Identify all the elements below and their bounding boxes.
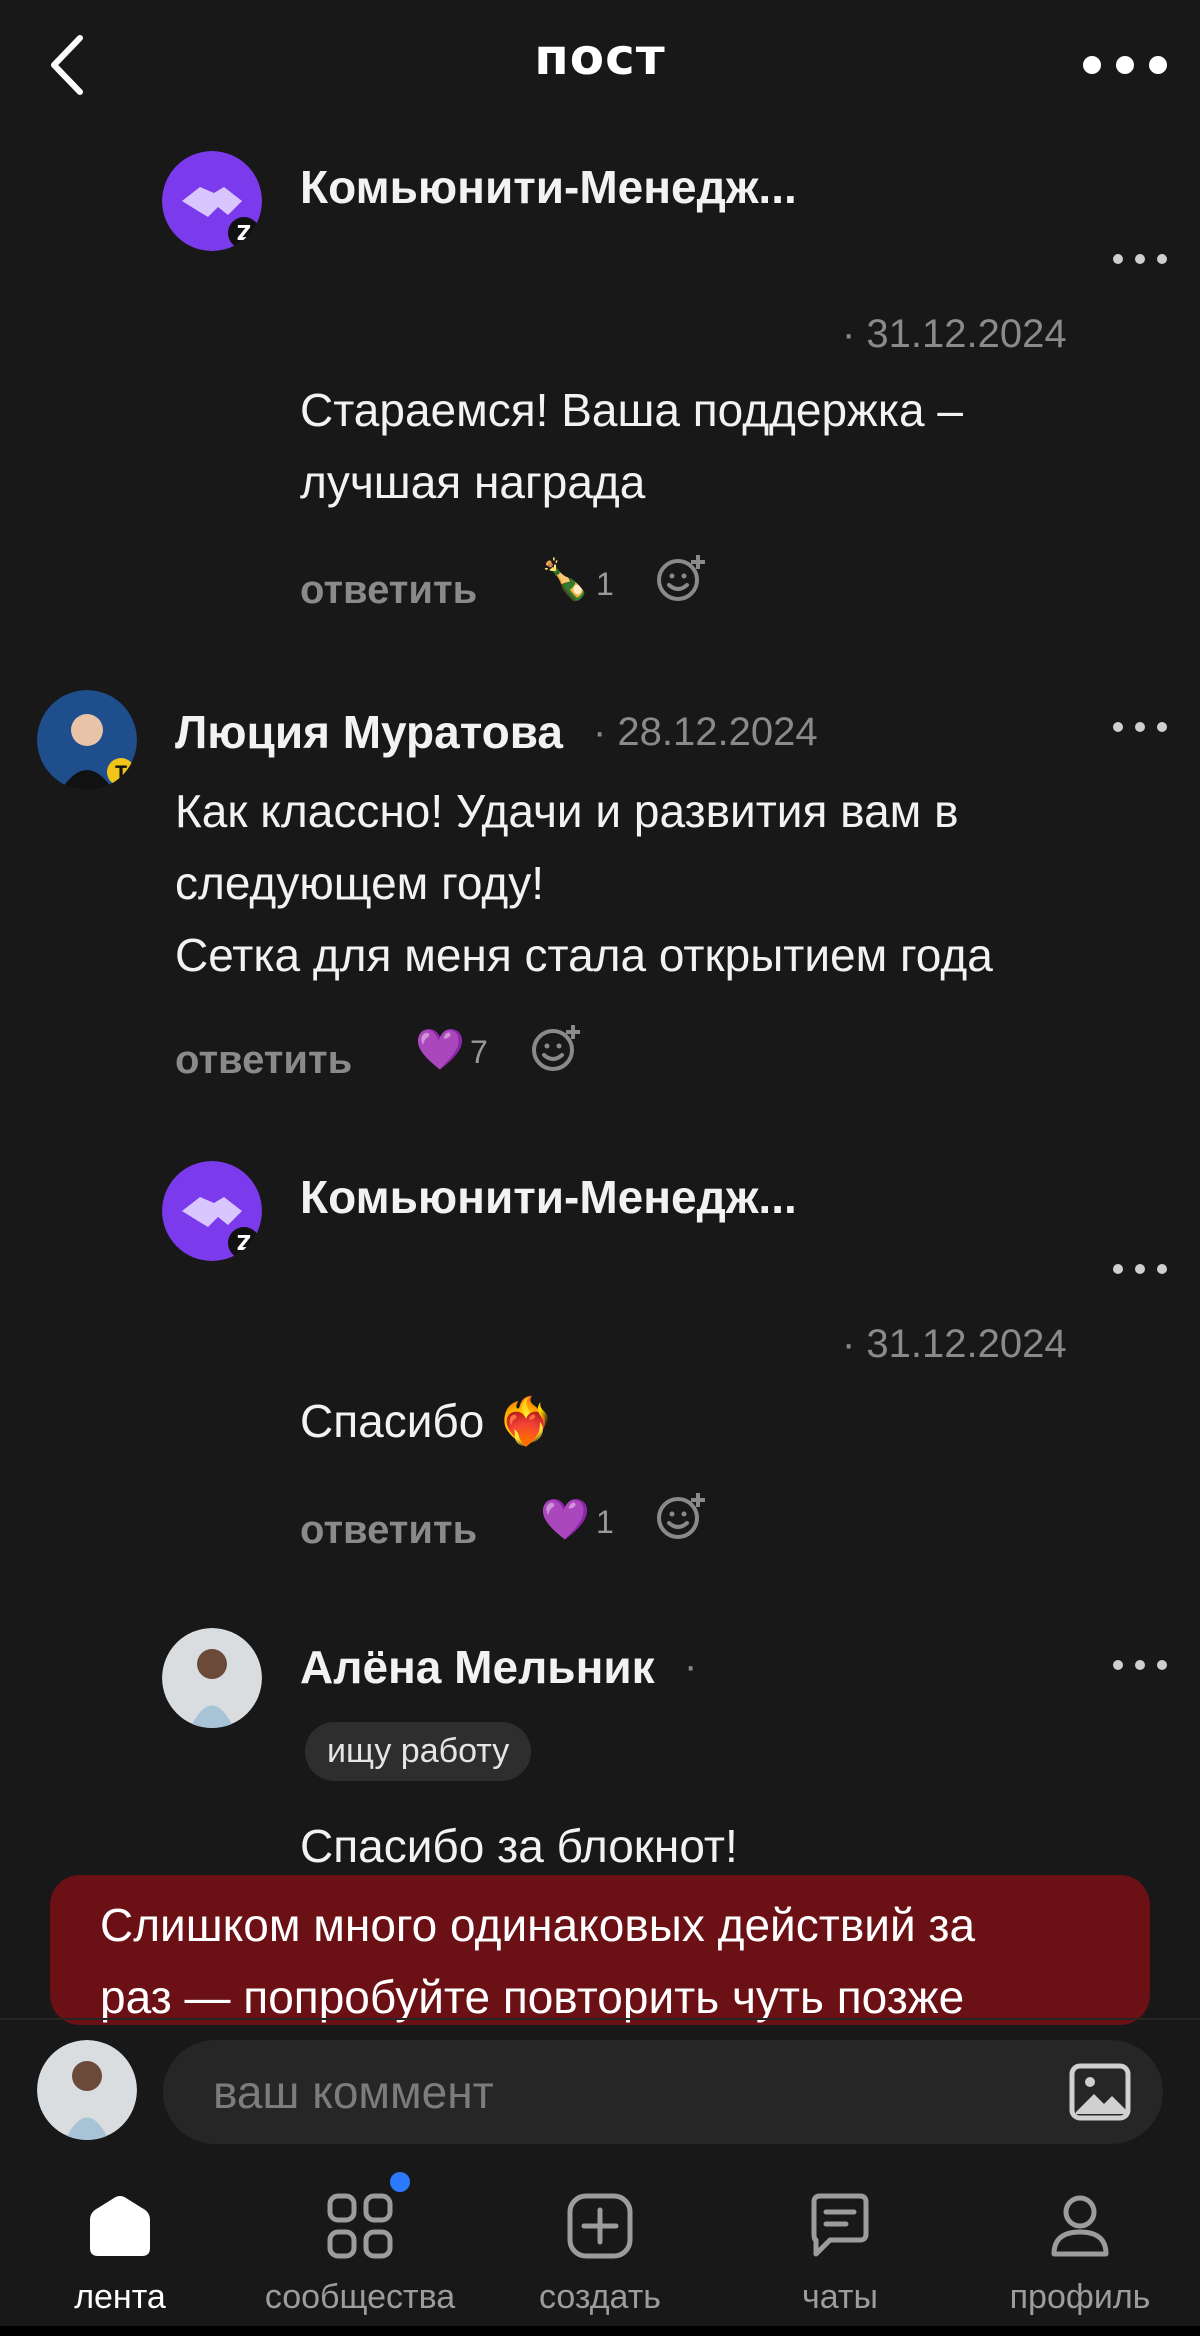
page-title: пост <box>534 28 666 86</box>
svg-text:Т: Т <box>115 763 127 783</box>
handshake-avatar-icon: Z <box>162 151 262 251</box>
more-options-button[interactable] <box>1080 40 1170 90</box>
more-horizontal-icon <box>1113 1264 1167 1274</box>
image-icon <box>1069 2063 1131 2121</box>
grid-icon <box>327 2193 393 2259</box>
comment-author[interactable]: Люция Муратова <box>175 705 563 759</box>
handshake-avatar-icon: Z <box>162 1161 262 1261</box>
reaction-emoji[interactable]: 💜 <box>540 1496 590 1543</box>
nav-label: лента <box>74 2278 166 2316</box>
comment-author[interactable]: Комьюнити-Менедж... <box>300 160 797 214</box>
add-reaction-button[interactable] <box>531 1022 583 1074</box>
user-photo-avatar <box>37 2040 137 2140</box>
comment-text: Стараемся! Ваша поддержка – лучшая награ… <box>300 384 963 508</box>
reaction-count: 1 <box>596 1504 614 1540</box>
reply-button[interactable]: ответить <box>175 1038 352 1083</box>
chat-icon <box>811 2193 869 2257</box>
comment-author[interactable]: Комьюнити-Менедж... <box>300 1170 797 1224</box>
add-reaction-icon <box>657 1493 705 1539</box>
comment-more-button[interactable] <box>1110 712 1170 742</box>
avatar[interactable] <box>162 1628 262 1728</box>
system-home-bar <box>0 2326 1200 2336</box>
svg-text:Z: Z <box>237 221 252 245</box>
more-horizontal-icon <box>1113 254 1167 264</box>
nav-item-feed[interactable]: лента <box>0 2160 240 2336</box>
nav-label: чаты <box>802 2278 878 2316</box>
notification-dot <box>390 2172 410 2192</box>
comment-input[interactable]: ваш коммент <box>163 2040 1163 2144</box>
comment-author[interactable]: Алёна Мельник <box>300 1640 655 1694</box>
user-photo-avatar: Т <box>37 690 137 790</box>
nav-item-create[interactable]: создать <box>480 2160 720 2336</box>
add-reaction-icon <box>657 555 705 601</box>
add-reaction-icon <box>532 1025 580 1071</box>
comment-date: · 28.12.2024 <box>593 710 818 754</box>
plus-square-icon <box>567 2193 633 2259</box>
comment-date: · 31.12.2024 <box>842 312 1067 356</box>
more-horizontal-icon <box>1113 1660 1167 1670</box>
comment-text: Спасибо за блокнот! <box>300 1820 738 1872</box>
error-toast: Слишком много одинаковых действий за раз… <box>50 1875 1150 2025</box>
comment-more-button[interactable] <box>1110 244 1170 274</box>
divider <box>0 2018 1200 2020</box>
attach-image-button[interactable] <box>1066 2058 1134 2126</box>
nav-item-profile[interactable]: профиль <box>960 2160 1200 2336</box>
svg-text:Z: Z <box>237 1231 252 1255</box>
nav-label: сообщества <box>264 2278 456 2316</box>
status-badge: ищу работу <box>305 1722 532 1781</box>
toast-line: раз — попробуйте повторить чуть позже <box>100 1971 965 2023</box>
user-photo-avatar <box>162 1628 262 1728</box>
toast-line: Слишком много одинаковых действий за <box>100 1899 976 1951</box>
reaction-emoji[interactable]: 💜 <box>415 1026 465 1073</box>
comment-text: Спасибо ❤️‍🔥 <box>300 1395 555 1447</box>
my-avatar[interactable] <box>37 2040 137 2140</box>
home-icon <box>90 2196 150 2256</box>
nav-label: создать <box>538 2278 662 2316</box>
more-horizontal-icon <box>1083 56 1167 74</box>
nav-label: профиль <box>1009 2278 1151 2316</box>
more-horizontal-icon <box>1113 722 1167 732</box>
reaction-count: 1 <box>596 566 614 602</box>
comment-date: · 31.12.2024 <box>842 1322 1067 1366</box>
nav-item-chats[interactable]: чаты <box>720 2160 960 2336</box>
add-reaction-button[interactable] <box>656 552 708 604</box>
comment-date-separator: · <box>684 1644 698 1688</box>
bottom-nav: лента сообщества создать чаты профиль <box>0 2160 1200 2336</box>
comment-more-button[interactable] <box>1110 1650 1170 1680</box>
comment-input-placeholder: ваш коммент <box>213 2066 494 2118</box>
comment-text: Как классно! Удачи и развития вам в след… <box>175 785 993 981</box>
avatar[interactable]: Т <box>37 690 137 790</box>
reply-button[interactable]: ответить <box>300 1508 477 1553</box>
reaction-emoji[interactable]: 🍾 <box>540 556 590 603</box>
comment-more-button[interactable] <box>1110 1254 1170 1284</box>
avatar[interactable]: Z <box>162 151 262 251</box>
user-icon <box>1051 2195 1109 2257</box>
reaction-count: 7 <box>470 1034 488 1070</box>
nav-item-communities[interactable]: сообщества <box>240 2160 480 2336</box>
fire-heart-emoji: ❤️‍🔥 <box>497 1395 555 1447</box>
reply-button[interactable]: ответить <box>300 568 477 613</box>
avatar[interactable]: Z <box>162 1161 262 1261</box>
add-reaction-button[interactable] <box>656 1490 708 1542</box>
